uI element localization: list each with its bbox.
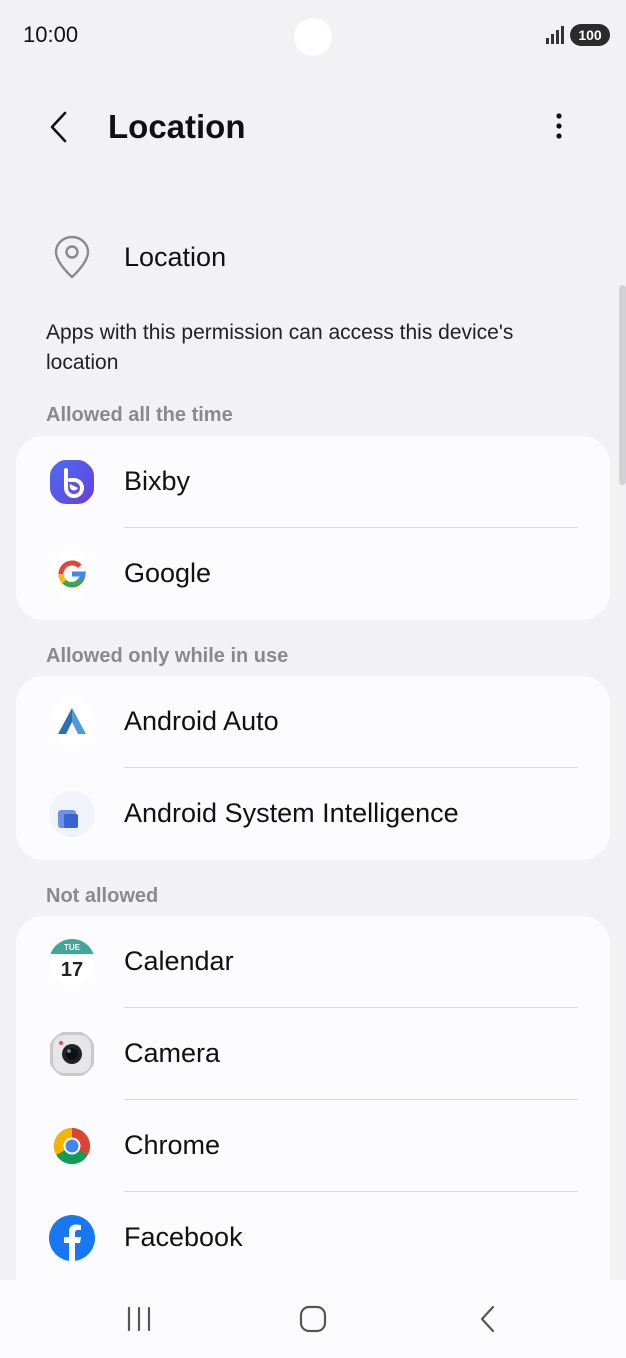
- allowed-all-the-time-list: Bixby Google: [16, 436, 610, 620]
- app-label-chrome: Chrome: [124, 1130, 221, 1160]
- recent-apps-button[interactable]: [109, 1294, 169, 1344]
- permission-description: Apps with this permission can access thi…: [46, 321, 514, 374]
- calendar-icon: TUE 17: [49, 939, 95, 985]
- app-row-chrome[interactable]: Chrome: [16, 1100, 610, 1192]
- app-row-calendar[interactable]: TUE 17 Calendar: [16, 916, 610, 1008]
- recent-apps-icon: [127, 1306, 151, 1332]
- android-auto-icon: [49, 699, 95, 745]
- app-row-google[interactable]: Google: [16, 528, 610, 620]
- calendar-icon-day: TUE: [64, 943, 81, 952]
- facebook-icon: [49, 1215, 95, 1261]
- permission-header: Location: [0, 222, 626, 292]
- android-system-intelligence-icon: [49, 791, 95, 837]
- status-bar: 10:00 100: [0, 0, 626, 72]
- more-vertical-icon: [556, 113, 562, 139]
- app-label-google: Google: [124, 558, 212, 588]
- section-title-allowed-all-the-time: Allowed all the time: [46, 404, 233, 426]
- section-title-allowed-while-in-use: Allowed only while in use: [46, 645, 289, 667]
- app-row-facebook[interactable]: Facebook: [16, 1192, 610, 1284]
- calendar-icon-date: 17: [61, 959, 83, 981]
- status-time: 10:00: [23, 22, 79, 47]
- back-nav-icon: [480, 1305, 495, 1333]
- signal-icon: [546, 26, 564, 44]
- allowed-while-in-use-list: Android Auto Android System Intelligence: [16, 676, 610, 860]
- more-options-button[interactable]: [536, 102, 582, 152]
- app-row-android-system-intelligence[interactable]: Android System Intelligence: [16, 768, 610, 860]
- app-bar: Location: [0, 92, 626, 162]
- page-title: Location: [108, 108, 246, 145]
- back-button[interactable]: [34, 102, 84, 152]
- app-label-android-system-intelligence: Android System Intelligence: [124, 798, 459, 828]
- app-label-facebook: Facebook: [124, 1222, 243, 1252]
- app-row-android-auto[interactable]: Android Auto: [16, 676, 610, 768]
- back-nav-button[interactable]: [458, 1294, 518, 1344]
- google-icon: [49, 551, 95, 597]
- app-row-camera[interactable]: Camera: [16, 1008, 610, 1100]
- camera-icon: [50, 1032, 94, 1076]
- chevron-left-icon: [50, 111, 67, 143]
- app-row-bixby[interactable]: Bixby: [16, 436, 610, 528]
- permission-label: Location: [124, 242, 227, 272]
- app-label-calendar: Calendar: [124, 946, 234, 976]
- home-button[interactable]: [283, 1294, 343, 1344]
- home-icon: [299, 1305, 327, 1333]
- scrollbar[interactable]: [619, 285, 626, 485]
- section-title-not-allowed: Not allowed: [46, 885, 159, 907]
- battery-icon: 100: [570, 24, 610, 46]
- app-label-bixby: Bixby: [124, 466, 191, 496]
- bixby-icon: [50, 460, 94, 504]
- app-label-camera: Camera: [124, 1038, 221, 1068]
- app-label-android-auto: Android Auto: [124, 706, 279, 736]
- navigation-bar: [0, 1280, 626, 1358]
- not-allowed-list: TUE 17 Calendar Camera Chrome Facebook: [16, 916, 610, 1286]
- chrome-icon: [53, 1128, 91, 1165]
- location-permission-screen: 10:00 100 Location Location Apps with th…: [0, 0, 626, 1358]
- location-pin-icon: [54, 235, 90, 279]
- camera-cutout: [294, 18, 332, 56]
